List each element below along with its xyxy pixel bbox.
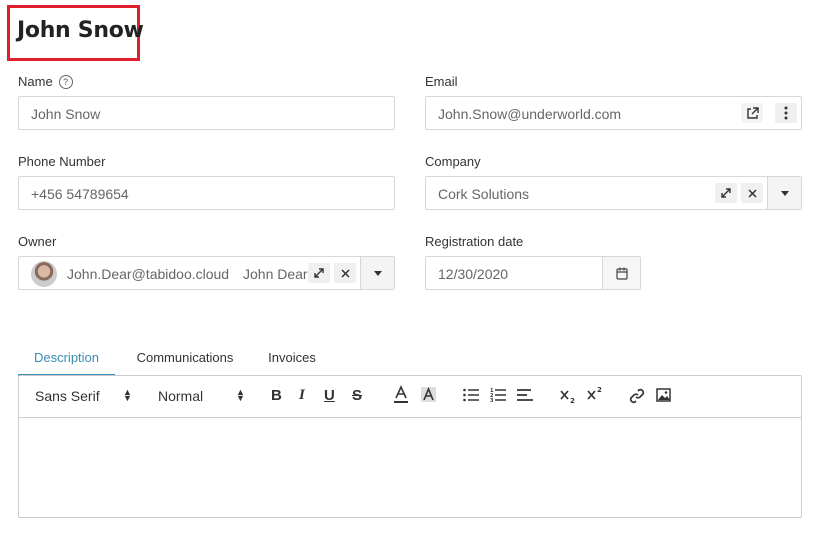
- email-value: John.Snow@underworld.com: [438, 106, 622, 122]
- tab-invoices[interactable]: Invoices: [258, 340, 326, 374]
- more-options-icon[interactable]: [775, 103, 797, 123]
- font-family-select[interactable]: Sans Serif ▲ ▼: [35, 388, 132, 405]
- name-value: John Snow: [31, 106, 101, 122]
- bold-icon[interactable]: B: [271, 387, 282, 404]
- updown-icon: ▲ ▼: [236, 387, 245, 403]
- company-label: Company: [425, 154, 481, 169]
- strikethrough-icon[interactable]: S: [352, 387, 362, 404]
- open-external-icon[interactable]: [741, 103, 763, 123]
- editor-toolbar: Sans Serif ▲▼ Normal ▲▼ B I U S 123 2: [19, 376, 801, 418]
- underline-icon[interactable]: U: [324, 387, 335, 404]
- owner-name: John Dear: [243, 266, 308, 282]
- image-icon[interactable]: [656, 388, 671, 402]
- expand-icon[interactable]: [308, 263, 330, 283]
- italic-icon[interactable]: I: [299, 387, 305, 404]
- clear-icon[interactable]: [741, 183, 763, 203]
- owner-dropdown-button[interactable]: [360, 257, 394, 289]
- phone-value: +456 54789654: [31, 186, 129, 202]
- svg-text:2: 2: [570, 397, 575, 404]
- align-icon[interactable]: [517, 388, 533, 402]
- company-select[interactable]: Cork Solutions: [425, 176, 802, 210]
- company-dropdown-button[interactable]: [767, 177, 801, 209]
- svg-text:3: 3: [490, 398, 494, 402]
- registration-date-value: 12/30/2020: [438, 266, 509, 282]
- chevron-down-icon: [780, 190, 789, 196]
- bullet-list-icon[interactable]: [463, 388, 479, 402]
- font-family-value: Sans Serif: [35, 388, 100, 404]
- owner-email: John.Dear@tabidoo.cloud: [67, 266, 230, 282]
- background-color-icon[interactable]: [420, 386, 437, 403]
- name-field[interactable]: John Snow: [18, 96, 395, 130]
- chevron-down-icon: [373, 270, 382, 276]
- font-size-value: Normal: [158, 388, 204, 404]
- text-color-icon[interactable]: [393, 385, 409, 404]
- phone-label: Phone Number: [18, 154, 106, 169]
- svg-text:2: 2: [597, 386, 602, 394]
- font-size-select[interactable]: Normal ▲ ▼: [158, 388, 245, 405]
- name-label: Name?: [18, 74, 73, 89]
- registration-date-label: Registration date: [425, 234, 524, 249]
- tab-communications[interactable]: Communications: [122, 340, 248, 374]
- name-label-text: Name: [18, 74, 53, 89]
- expand-icon[interactable]: [715, 183, 737, 203]
- company-value: Cork Solutions: [438, 186, 530, 202]
- subscript-icon[interactable]: 2: [560, 388, 577, 404]
- link-icon[interactable]: [629, 388, 645, 404]
- rich-text-editor: Sans Serif ▲▼ Normal ▲▼ B I U S 123 2: [18, 375, 802, 518]
- superscript-icon[interactable]: 2: [587, 386, 604, 402]
- clear-icon[interactable]: [334, 263, 356, 283]
- owner-select[interactable]: John.Dear@tabidoo.cloud John Dear: [18, 256, 395, 290]
- avatar: [31, 261, 57, 287]
- page-title: John Snow: [17, 18, 144, 43]
- calendar-icon: [615, 267, 628, 280]
- registration-date-input[interactable]: 12/30/2020: [425, 256, 641, 290]
- phone-field[interactable]: +456 54789654: [18, 176, 395, 210]
- email-label: Email: [425, 74, 458, 89]
- calendar-button[interactable]: [602, 257, 640, 289]
- editor-content-area[interactable]: [19, 418, 801, 517]
- ordered-list-icon[interactable]: 123: [490, 387, 506, 402]
- tab-description[interactable]: Description: [18, 340, 115, 376]
- owner-label: Owner: [18, 234, 57, 249]
- updown-icon: ▲ ▼: [123, 387, 132, 403]
- email-field[interactable]: John.Snow@underworld.com: [425, 96, 802, 130]
- help-icon[interactable]: ?: [58, 75, 73, 89]
